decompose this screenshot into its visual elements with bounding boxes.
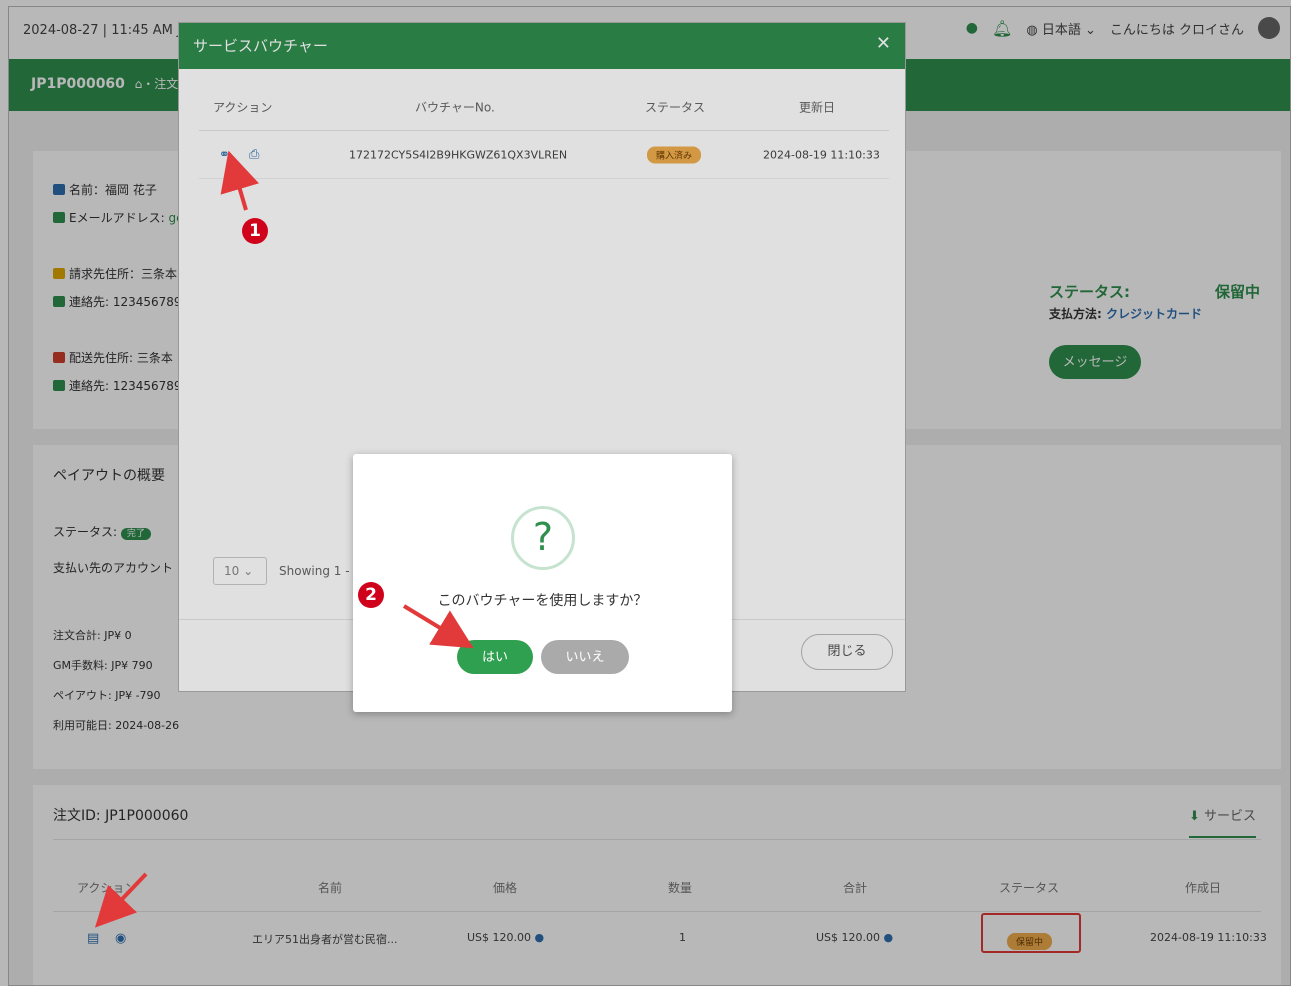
yes-button[interactable]: はい bbox=[457, 640, 533, 674]
confirm-dialog: ? このバウチャーを使用しますか？ はい いいえ bbox=[353, 454, 732, 712]
confirm-message: このバウチャーを使用しますか？ bbox=[437, 593, 648, 609]
annotation-step-1: 1 bbox=[242, 218, 268, 244]
annotation-step-2: 2 bbox=[358, 582, 384, 608]
question-icon: ? bbox=[511, 506, 575, 570]
no-button[interactable]: いいえ bbox=[541, 640, 629, 674]
